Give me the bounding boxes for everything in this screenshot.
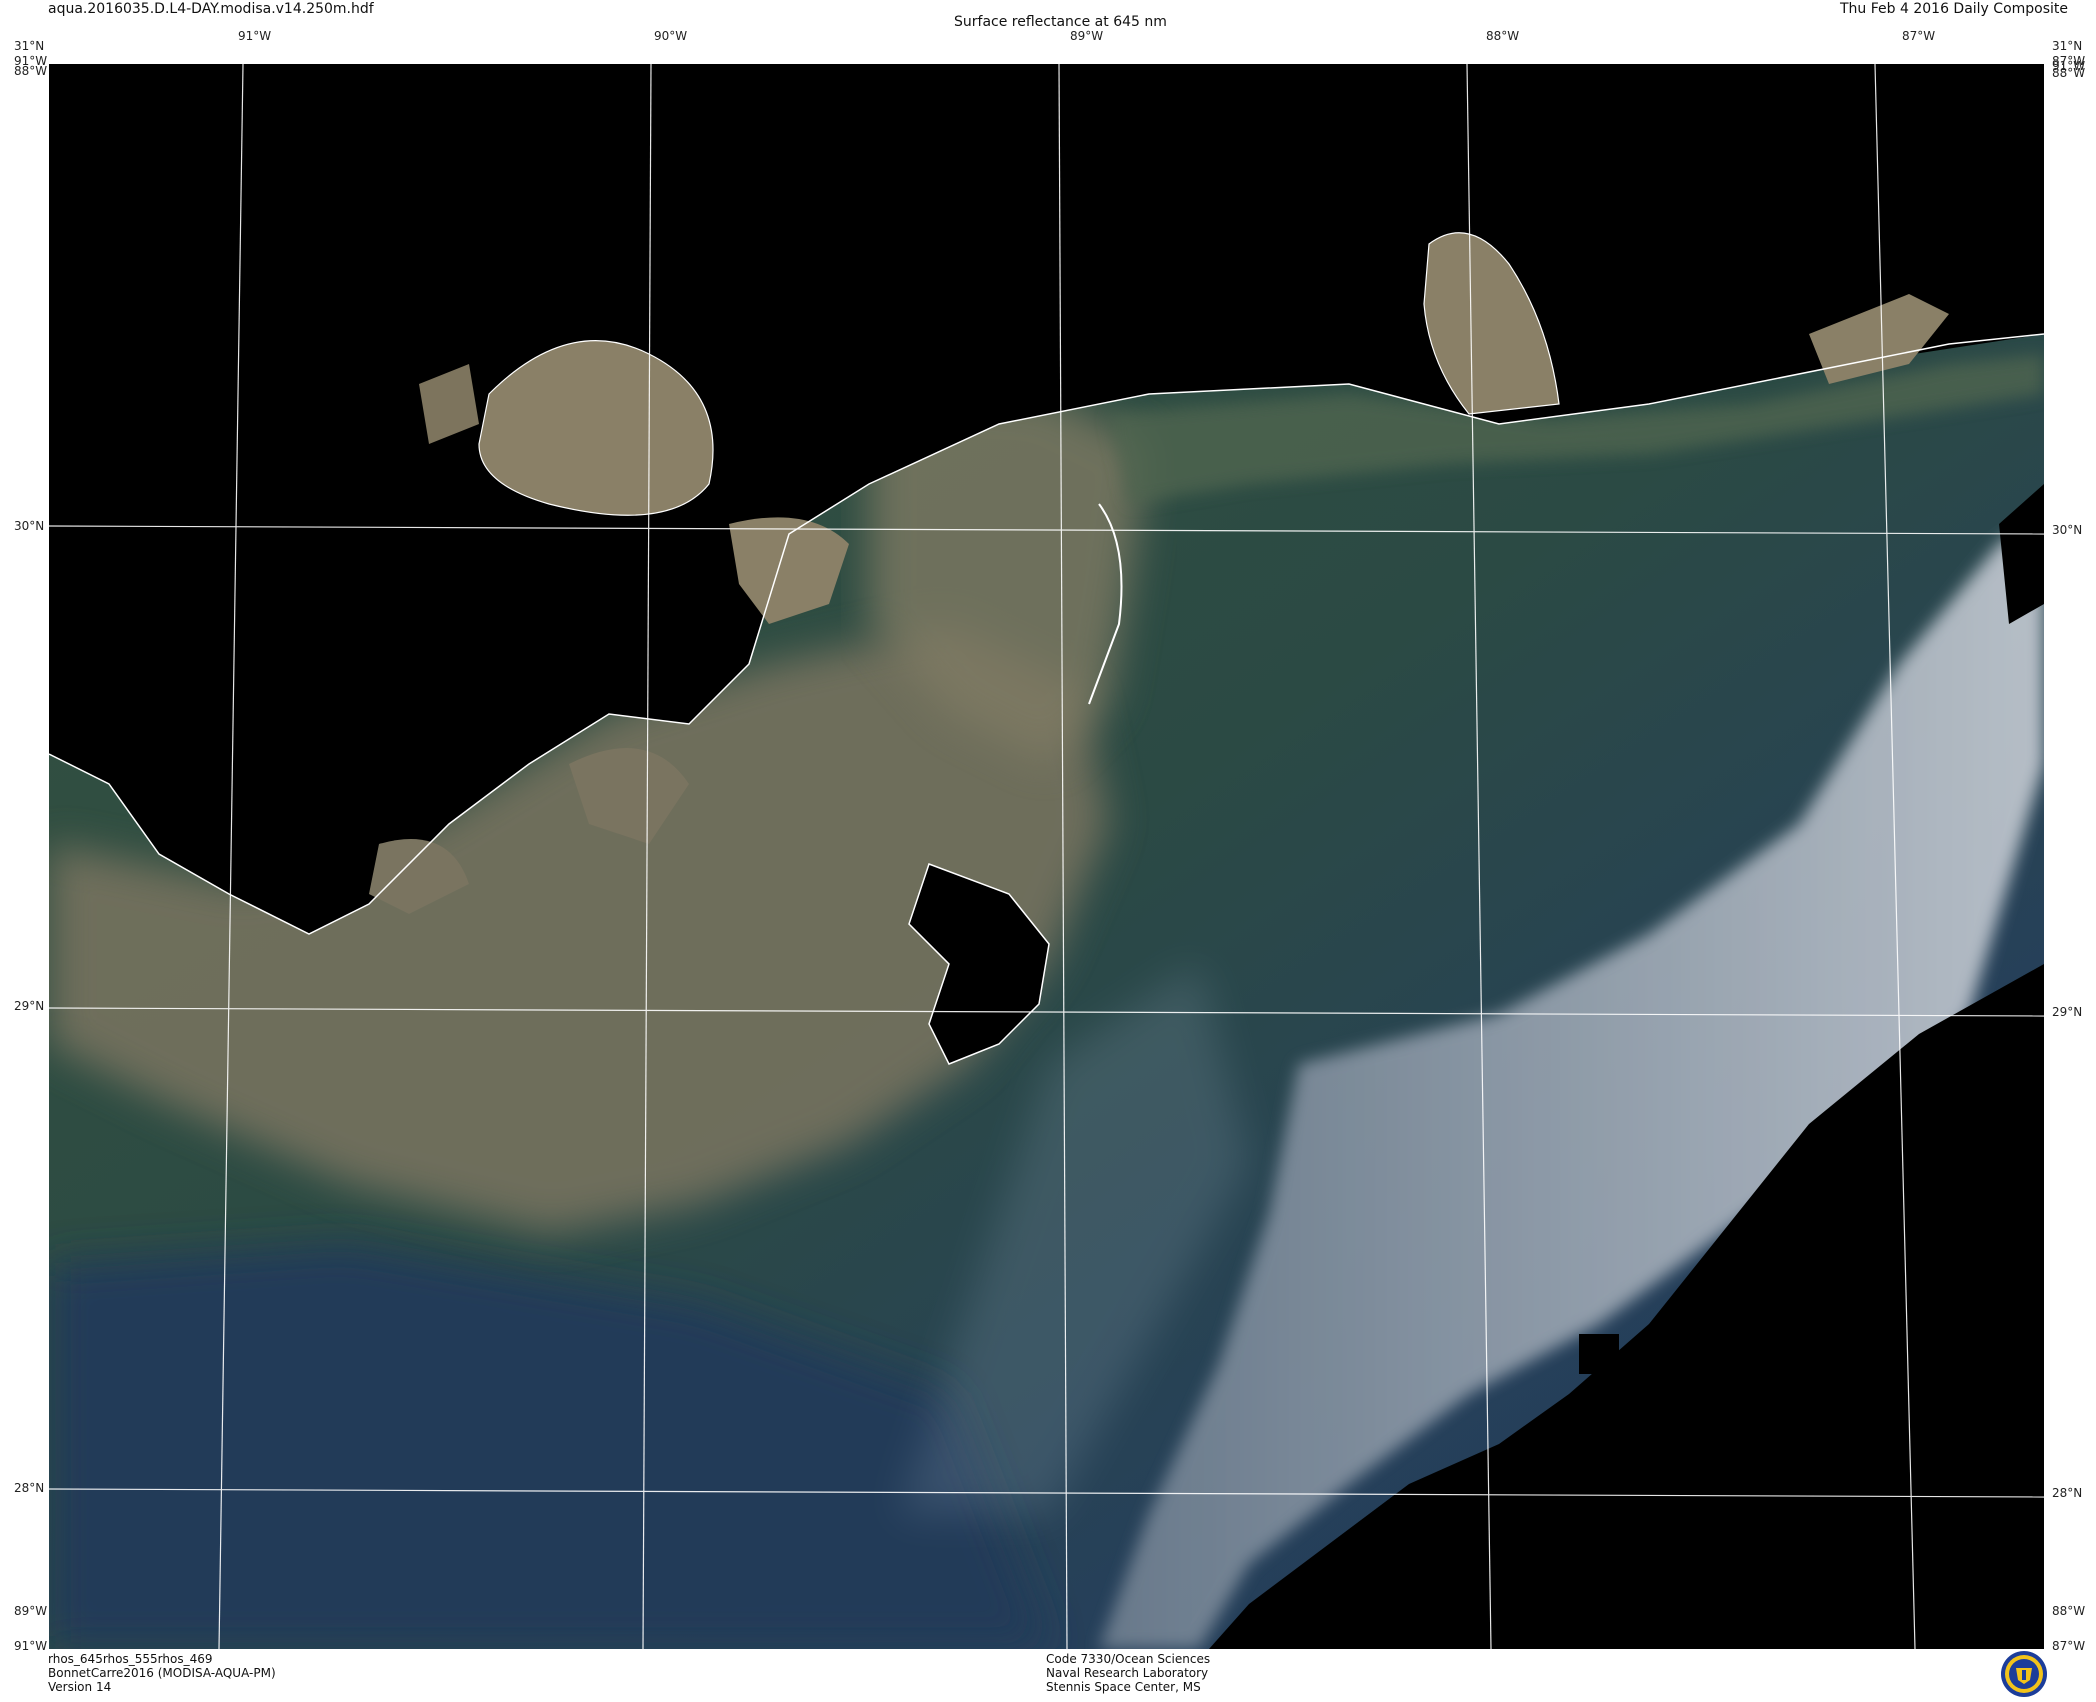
lon-label: 88°W (1486, 29, 1520, 43)
corner-label: 31°N (14, 39, 45, 53)
corner-label: 89°W (14, 1604, 48, 1618)
lat-label: 29°N (14, 999, 45, 1013)
corner-label: 88°W (2052, 66, 2086, 80)
corner-label: 87°W (2052, 1639, 2086, 1653)
composite-date: Thu Feb 4 2016 Daily Composite (1840, 1, 2069, 17)
file-name: aqua.2016035.D.L4-DAY.modisa.v14.250m.hd… (48, 1, 374, 17)
corner-label: 88°W (14, 64, 48, 78)
lat-label: 30°N (14, 519, 45, 533)
lat-label: 28°N (14, 1481, 45, 1495)
corner-label: 91°W (14, 1639, 48, 1653)
footer-product: rhos_645rhos_555rhos_469 (48, 1652, 213, 1666)
map-title: Surface reflectance at 645 nm (954, 14, 1167, 30)
corner-label: 31°N (2052, 39, 2083, 53)
lon-label: 91°W (238, 29, 272, 43)
footer-location: Stennis Space Center, MS (1046, 1680, 1201, 1694)
lon-label: 87°W (1902, 29, 1936, 43)
cloud-gap (1819, 1144, 1889, 1184)
lon-label: 89°W (1070, 29, 1104, 43)
map-image (49, 64, 2044, 1649)
corner-label: 88°W (2052, 1604, 2086, 1618)
lat-label: 30°N (2052, 523, 2083, 537)
lat-label: 28°N (2052, 1486, 2083, 1500)
lat-label: 29°N (2052, 1005, 2083, 1019)
nrl-seal-icon (2000, 1650, 2048, 1698)
footer-source: BonnetCarre2016 (MODISA-AQUA-PM) (48, 1666, 276, 1680)
footer-org-name: Naval Research Laboratory (1046, 1666, 1209, 1680)
cloud-gap (1579, 1334, 1619, 1374)
satellite-map[interactable] (49, 64, 2044, 1649)
lon-label: 90°W (654, 29, 688, 43)
footer-org-code: Code 7330/Ocean Sciences (1046, 1652, 1211, 1666)
footer-version: Version 14 (48, 1680, 112, 1694)
